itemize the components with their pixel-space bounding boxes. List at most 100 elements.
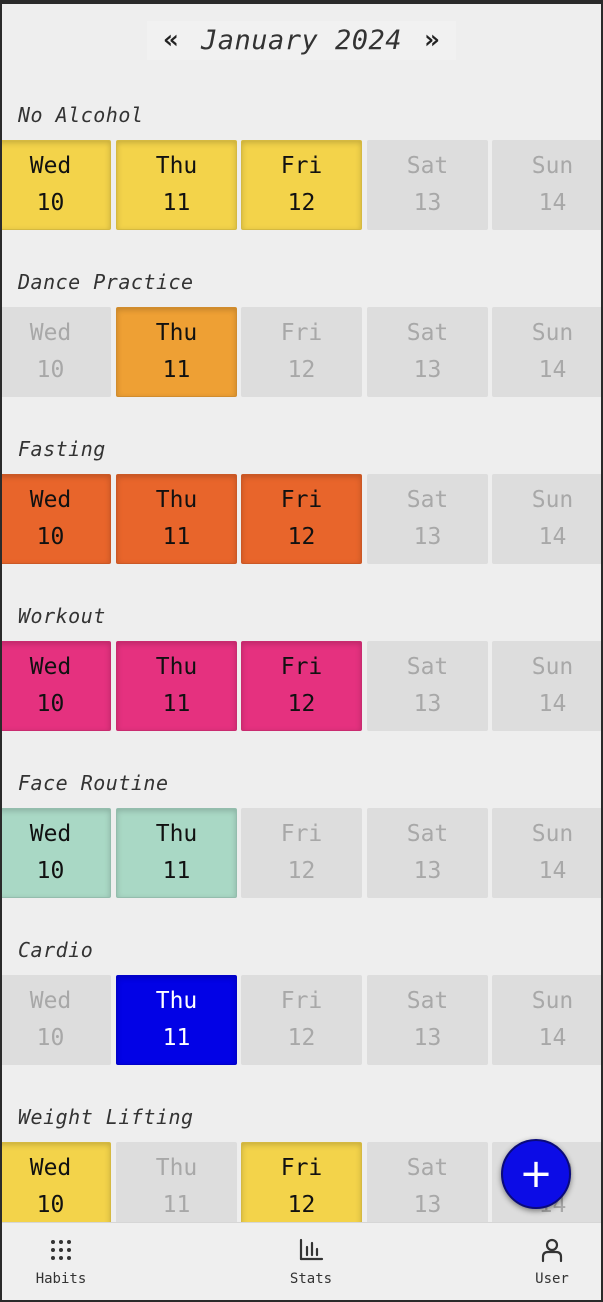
day-cell[interactable]: Sun 14 xyxy=(492,975,601,1065)
day-of-week: Wed xyxy=(29,1155,72,1181)
day-of-week: Thu xyxy=(155,153,198,179)
nav-item-stats[interactable]: Stats xyxy=(261,1231,361,1295)
day-number: 14 xyxy=(538,691,567,717)
day-number: 11 xyxy=(162,357,191,383)
day-cell[interactable]: Fri 12 xyxy=(241,1142,362,1232)
day-cell[interactable]: Wed 10 xyxy=(2,474,111,564)
bottom-nav: Habits Stats User xyxy=(2,1222,601,1300)
day-row: Wed 10 Thu 11 Fri 12 Sat 13 Sun 14 xyxy=(2,307,601,399)
day-of-week: Thu xyxy=(155,487,198,513)
day-of-week: Fri xyxy=(280,487,323,513)
habit-row: No Alcohol Wed 10 Thu 11 Fri 12 Sat 13 Sun 14 xyxy=(2,100,601,267)
day-cell[interactable]: Thu 11 xyxy=(116,641,237,731)
habit-row: Workout Wed 10 Thu 11 Fri 12 Sat 13 Sun 14 xyxy=(2,601,601,768)
day-cell[interactable]: Wed 10 xyxy=(2,140,111,230)
day-cell[interactable]: Wed 10 xyxy=(2,975,111,1065)
month-header: « January 2024 » xyxy=(2,4,601,76)
day-of-week: Thu xyxy=(155,1155,198,1181)
day-cell[interactable]: Sat 13 xyxy=(367,140,488,230)
day-number: 11 xyxy=(162,858,191,884)
day-cell[interactable]: Thu 11 xyxy=(116,307,237,397)
day-number: 12 xyxy=(287,1192,316,1218)
day-of-week: Thu xyxy=(155,654,198,680)
day-cell[interactable]: Sun 14 xyxy=(492,140,601,230)
day-cell[interactable]: Sat 13 xyxy=(367,474,488,564)
day-number: 11 xyxy=(162,1025,191,1051)
day-cell[interactable]: Wed 10 xyxy=(2,641,111,731)
day-number: 10 xyxy=(36,691,65,717)
day-row: Wed 10 Thu 11 Fri 12 Sat 13 Sun 14 xyxy=(2,474,601,566)
day-cell[interactable]: Wed 10 xyxy=(2,307,111,397)
day-number: 10 xyxy=(36,858,65,884)
day-cell[interactable]: Fri 12 xyxy=(241,641,362,731)
nav-item-habits[interactable]: Habits xyxy=(11,1231,111,1295)
habit-name: Workout xyxy=(18,604,106,628)
day-number: 10 xyxy=(36,1025,65,1051)
day-cell[interactable]: Fri 12 xyxy=(241,140,362,230)
day-of-week: Thu xyxy=(155,821,198,847)
day-of-week: Sun xyxy=(531,153,574,179)
day-number: 10 xyxy=(36,357,65,383)
previous-month-button[interactable]: « xyxy=(155,25,187,55)
day-cell[interactable]: Sat 13 xyxy=(367,641,488,731)
plus-icon: + xyxy=(519,1151,553,1197)
day-of-week: Sat xyxy=(406,320,449,346)
day-of-week: Wed xyxy=(29,988,72,1014)
day-cell[interactable]: Sat 13 xyxy=(367,1142,488,1232)
nav-label-user: User xyxy=(535,1271,569,1287)
day-cell[interactable]: Sun 14 xyxy=(492,307,601,397)
day-number: 12 xyxy=(287,357,316,383)
habit-name: Face Routine xyxy=(18,771,169,795)
day-cell[interactable]: Fri 12 xyxy=(241,975,362,1065)
day-cell[interactable]: Thu 11 xyxy=(116,808,237,898)
day-of-week: Sat xyxy=(406,1155,449,1181)
day-cell[interactable]: Sun 14 xyxy=(492,641,601,731)
day-number: 11 xyxy=(162,524,191,550)
day-of-week: Thu xyxy=(155,320,198,346)
day-of-week: Fri xyxy=(280,821,323,847)
next-month-button[interactable]: » xyxy=(416,25,448,55)
nav-item-user[interactable]: User xyxy=(502,1231,601,1295)
day-number: 13 xyxy=(413,858,442,884)
day-of-week: Fri xyxy=(280,320,323,346)
day-cell[interactable]: Fri 12 xyxy=(241,307,362,397)
day-of-week: Wed xyxy=(29,821,72,847)
day-number: 14 xyxy=(538,190,567,216)
user-icon xyxy=(541,1238,563,1263)
app-screen: No Alcohol Wed 10 Thu 11 Fri 12 Sat 13 Sun 14 Dance… xyxy=(2,4,601,1300)
day-number: 13 xyxy=(413,357,442,383)
day-row: Wed 10 Thu 11 Fri 12 Sat 13 Sun 14 xyxy=(2,975,601,1067)
habit-row: Cardio Wed 10 Thu 11 Fri 12 Sat 13 Sun 14 xyxy=(2,935,601,1102)
day-number: 13 xyxy=(413,524,442,550)
day-cell[interactable]: Sat 13 xyxy=(367,975,488,1065)
day-of-week: Wed xyxy=(29,487,72,513)
day-cell[interactable]: Fri 12 xyxy=(241,474,362,564)
habit-name: Cardio xyxy=(18,938,94,962)
day-cell[interactable]: Sun 14 xyxy=(492,808,601,898)
day-of-week: Sun xyxy=(531,988,574,1014)
habit-row: Face Routine Wed 10 Thu 11 Fri 12 Sat 13 Sun 14 xyxy=(2,768,601,935)
day-cell[interactable]: Fri 12 xyxy=(241,808,362,898)
day-cell[interactable]: Sun 14 xyxy=(492,474,601,564)
day-number: 10 xyxy=(36,524,65,550)
add-habit-button[interactable]: + xyxy=(501,1139,571,1209)
day-cell[interactable]: Thu 11 xyxy=(116,474,237,564)
day-cell[interactable]: Thu 11 xyxy=(116,140,237,230)
day-of-week: Sun xyxy=(531,654,574,680)
day-cell[interactable]: Sat 13 xyxy=(367,808,488,898)
day-of-week: Fri xyxy=(280,988,323,1014)
month-title: January 2024 xyxy=(200,24,403,56)
nav-label-stats: Stats xyxy=(289,1271,333,1287)
day-cell[interactable]: Thu 11 xyxy=(116,1142,237,1232)
day-cell[interactable]: Wed 10 xyxy=(2,1142,111,1232)
day-of-week: Sat xyxy=(406,654,449,680)
habit-name: No Alcohol xyxy=(18,103,144,127)
day-of-week: Sun xyxy=(531,487,574,513)
day-cell[interactable]: Thu 11 xyxy=(116,975,237,1065)
habit-row: Dance Practice Wed 10 Thu 11 Fri 12 Sat 13 Sun 14 xyxy=(2,267,601,434)
day-cell[interactable]: Wed 10 xyxy=(2,808,111,898)
day-of-week: Fri xyxy=(280,654,323,680)
nav-label-habits: Habits xyxy=(35,1271,87,1287)
day-of-week: Sat xyxy=(406,821,449,847)
day-cell[interactable]: Sat 13 xyxy=(367,307,488,397)
